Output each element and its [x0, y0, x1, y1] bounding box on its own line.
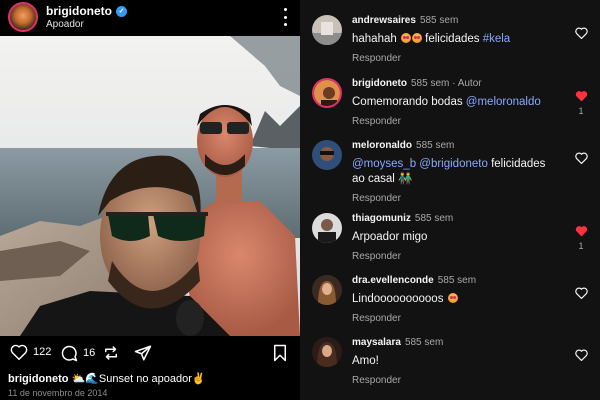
- more-options-icon[interactable]: [282, 8, 288, 26]
- reply-button[interactable]: Responder: [352, 53, 560, 64]
- heart-outline-icon: [574, 27, 588, 39]
- heart-icon: [10, 344, 28, 360]
- comment-text: Amo!: [352, 355, 379, 367]
- heart-eyes-emoji-icon: [411, 33, 422, 43]
- comment-count: 16: [83, 347, 96, 359]
- comment-like-button[interactable]: [574, 152, 588, 164]
- comment-username[interactable]: dra.evellenconde: [352, 275, 434, 286]
- heart-eyes-emoji-icon: [400, 33, 411, 43]
- comment-item: andrewsaires 585 sem hahahah felicidades …: [300, 15, 600, 75]
- heart-outline-icon: [574, 287, 588, 299]
- comment-username[interactable]: andrewsaires: [352, 15, 416, 26]
- comment-like-button[interactable]: 1: [574, 225, 588, 251]
- comment-username[interactable]: brigidoneto: [352, 78, 407, 89]
- comment-text: Lindoooooooooos: [352, 292, 560, 307]
- comment-mention[interactable]: @moyses_b @brigidoneto: [352, 158, 488, 170]
- comment-time: 585 sem: [416, 140, 455, 151]
- comment-icon: [61, 345, 78, 362]
- verified-icon: ✓: [116, 5, 127, 17]
- comment-text: @moyses_b @brigidoneto felicidades ao ca…: [352, 158, 546, 185]
- post-photo[interactable]: [0, 36, 300, 336]
- reply-button[interactable]: Responder: [352, 375, 560, 386]
- heart-outline-icon: [574, 152, 588, 164]
- comment-text: Arpoador migo: [352, 231, 428, 243]
- comment-text: hahahah felicidades #kela: [352, 33, 511, 45]
- heart-eyes-emoji-icon: [447, 293, 458, 303]
- post-date: 11 de novembro de 2014: [8, 388, 108, 398]
- post-caption: brigidoneto ⛅🌊Sunset no apoador✌: [8, 372, 206, 385]
- author-avatar[interactable]: [8, 2, 38, 32]
- commenter-avatar[interactable]: [312, 275, 342, 305]
- like-count: 122: [33, 346, 52, 358]
- comment-button[interactable]: 16: [60, 344, 95, 362]
- send-icon: [134, 345, 152, 361]
- reply-button[interactable]: Responder: [352, 251, 560, 262]
- comment-item: thiagomuniz 585 sem Arpoador migo Respond…: [300, 213, 600, 273]
- post-panel: brigidoneto ✓ Apoador 122 16 brigidoneto…: [0, 0, 300, 400]
- comment-hashtag[interactable]: #kela: [483, 33, 511, 45]
- comment-username[interactable]: meloronaldo: [352, 140, 412, 151]
- caption-text: ⛅🌊Sunset no apoador✌: [71, 373, 206, 385]
- comments-panel: andrewsaires 585 sem hahahah felicidades …: [300, 0, 600, 400]
- comment-item: meloronaldo 585 sem @moyses_b @brigidonet…: [300, 140, 600, 204]
- author-username[interactable]: brigidoneto: [46, 4, 112, 18]
- share-button[interactable]: [134, 344, 152, 362]
- comment-time: 585 sem: [411, 78, 450, 89]
- comment-item: brigidoneto 585 sem · Autor Comemorando b…: [300, 78, 600, 138]
- commenter-avatar[interactable]: [312, 337, 342, 367]
- reply-button[interactable]: Responder: [352, 116, 560, 127]
- like-button[interactable]: 122: [10, 344, 51, 360]
- reply-button[interactable]: Responder: [352, 313, 560, 324]
- heart-outline-icon: [574, 349, 588, 361]
- comment-time: 585 sem: [414, 213, 454, 224]
- comment-like-count: 1: [578, 106, 584, 116]
- commenter-avatar[interactable]: [312, 15, 342, 45]
- save-button[interactable]: [272, 344, 288, 362]
- comment-text: Comemorando bodas @meloronaldo: [352, 96, 541, 108]
- comment-item: maysalara 585 sem Amo! Responder: [300, 337, 600, 397]
- post-header: brigidoneto ✓ Apoador: [0, 0, 300, 34]
- heart-filled-icon: [575, 91, 587, 102]
- comment-item: dra.evellenconde 585 sem Lindoooooooooos …: [300, 275, 600, 335]
- comment-like-button[interactable]: [574, 349, 588, 361]
- comment-username[interactable]: thiagomuniz: [352, 213, 411, 224]
- comment-like-button[interactable]: 1: [574, 90, 588, 116]
- comment-mention[interactable]: @meloronaldo: [466, 96, 541, 108]
- author-tag: · Autor: [452, 78, 482, 89]
- comment-time: 585 sem: [437, 275, 477, 286]
- repost-button[interactable]: [102, 344, 120, 362]
- commenter-avatar[interactable]: [312, 140, 342, 170]
- bookmark-icon: [274, 344, 286, 362]
- comment-time: 585 sem: [419, 15, 459, 26]
- commenter-avatar[interactable]: [312, 78, 342, 108]
- comment-time: 585 sem: [404, 337, 444, 348]
- comment-like-button[interactable]: [574, 287, 588, 299]
- repost-icon: [105, 346, 117, 360]
- comment-like-count: 1: [578, 241, 584, 251]
- post-actions: 122 16: [0, 340, 300, 368]
- comment-username[interactable]: maysalara: [352, 337, 401, 348]
- comment-like-button[interactable]: [574, 27, 588, 39]
- commenter-avatar[interactable]: [312, 213, 342, 243]
- reply-button[interactable]: Responder: [352, 193, 560, 204]
- post-location[interactable]: Apoador: [46, 19, 127, 30]
- heart-filled-icon: [575, 226, 587, 237]
- caption-username[interactable]: brigidoneto: [8, 373, 69, 385]
